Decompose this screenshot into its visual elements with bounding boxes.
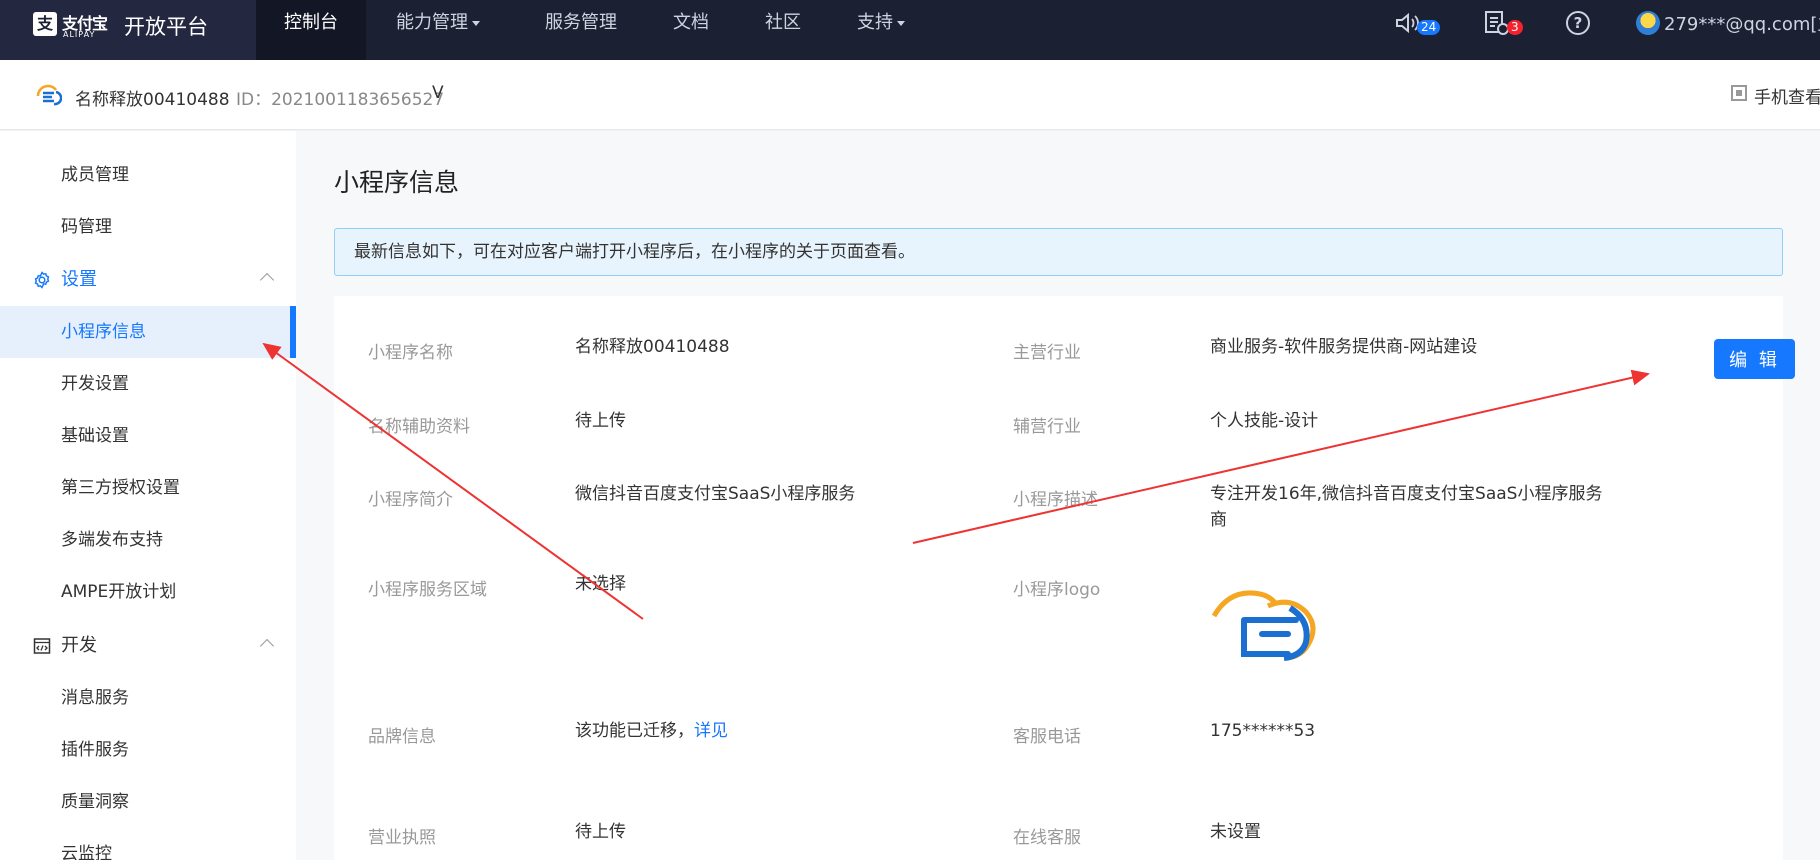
brand-name-en: ALIPAY xyxy=(63,30,96,39)
sidebar-item-basic-settings[interactable]: 基础设置 xyxy=(0,410,296,462)
value-online-service: 未设置 xyxy=(1210,822,1261,842)
chevron-up-icon xyxy=(259,272,275,288)
platform-title: 开放平台 xyxy=(124,15,208,39)
value-miniapp-name: 名称释放00410488 xyxy=(575,337,730,357)
label-service-area: 小程序服务区域 xyxy=(368,580,487,600)
sidebar-item-third-party-auth[interactable]: 第三方授权设置 xyxy=(0,462,296,514)
label-miniapp-desc: 小程序描述 xyxy=(1013,490,1098,510)
qrcode-icon[interactable] xyxy=(1731,85,1747,101)
avatar xyxy=(1636,11,1660,35)
nav-capability[interactable]: 能力管理 xyxy=(396,0,480,60)
app-logo-icon xyxy=(36,84,62,106)
nav-service[interactable]: 服务管理 xyxy=(545,0,617,60)
code-window-icon xyxy=(33,638,51,654)
label-miniapp-intro: 小程序简介 xyxy=(368,490,453,510)
label-business-license: 营业执照 xyxy=(368,828,436,848)
sidebar-group-settings[interactable]: 设置 xyxy=(0,254,296,306)
account-name: 279***@qq.com[主 xyxy=(1664,14,1820,35)
page-title: 小程序信息 xyxy=(334,168,460,197)
alipay-logo-icon: 支 xyxy=(33,12,57,36)
mobile-view-link[interactable]: 手机查看 xyxy=(1754,83,1820,108)
speaker-icon xyxy=(1396,12,1419,34)
tasks-button[interactable]: 3 xyxy=(1484,0,1523,46)
value-name-materials: 待上传 xyxy=(575,411,626,431)
sidebar-item-quality[interactable]: 质量洞察 xyxy=(0,776,296,828)
nav-community[interactable]: 社区 xyxy=(765,0,801,60)
help-icon: ? xyxy=(1566,11,1590,35)
gear-icon xyxy=(34,271,50,289)
miniapp-logo-image xyxy=(1211,590,1316,661)
sidebar-group-dev[interactable]: 开发 xyxy=(0,620,296,672)
sidebar: 成员管理 码管理 设置 小程序信息 开发设置 基础设置 第三方授权设置 多端发布… xyxy=(0,131,296,860)
value-service-area: 未选择 xyxy=(575,574,626,594)
value-service-phone: 175******53 xyxy=(1210,721,1316,741)
sidebar-item-codes[interactable]: 码管理 xyxy=(0,201,296,253)
edit-button[interactable]: 编 辑 xyxy=(1714,339,1795,379)
sidebar-item-cloud-monitor[interactable]: 云监控 xyxy=(0,828,296,860)
value-main-industry: 商业服务-软件服务提供商-网站建设 xyxy=(1210,337,1478,357)
app-id: ID：2021001183656527 xyxy=(236,90,445,110)
nav-docs[interactable]: 文档 xyxy=(673,0,709,60)
notifications-button[interactable]: 24 xyxy=(1394,0,1441,46)
brand[interactable]: 支 支付宝 ALIPAY 开放平台 xyxy=(0,0,256,60)
chevron-up-icon xyxy=(259,638,275,654)
notification-badge: 24 xyxy=(1417,19,1441,35)
app-switch-chevron-icon[interactable]: V xyxy=(432,83,444,103)
info-alert: 最新信息如下，可在对应客户端打开小程序后，在小程序的关于页面查看。 xyxy=(334,228,1783,276)
label-name-materials: 名称辅助资料 xyxy=(368,417,470,437)
label-main-industry: 主营行业 xyxy=(1013,343,1081,363)
info-card: 小程序名称 名称释放00410488 名称辅助资料 待上传 小程序简介 微信抖音… xyxy=(334,296,1795,860)
sidebar-item-plugin[interactable]: 插件服务 xyxy=(0,724,296,776)
value-miniapp-intro: 微信抖音百度支付宝SaaS小程序服务 xyxy=(575,484,856,504)
caret-down-icon xyxy=(472,20,480,26)
help-button[interactable]: ? xyxy=(1566,0,1590,46)
label-service-phone: 客服电话 xyxy=(1013,727,1081,747)
sidebar-item-ampe[interactable]: AMPE开放计划 xyxy=(0,566,296,618)
sidebar-item-dev-settings[interactable]: 开发设置 xyxy=(0,358,296,410)
details-link[interactable]: 详见 xyxy=(694,721,728,741)
app-name: 名称释放00410488 xyxy=(75,90,230,110)
value-sub-industry: 个人技能-设计 xyxy=(1210,411,1319,431)
main-content: 小程序信息 最新信息如下，可在对应客户端打开小程序后，在小程序的关于页面查看。 … xyxy=(296,131,1820,860)
app-header: 名称释放00410488 ID：2021001183656527 V 手机查看 xyxy=(0,60,1820,130)
value-business-license: 待上传 xyxy=(575,822,626,842)
sidebar-item-members[interactable]: 成员管理 xyxy=(0,149,296,201)
top-navigation: 支 支付宝 ALIPAY 开放平台 控制台 能力管理 服务管理 文档 社区 支持… xyxy=(0,0,1820,60)
sidebar-item-miniapp-info[interactable]: 小程序信息 xyxy=(0,306,296,358)
nav-support[interactable]: 支持 xyxy=(857,0,905,60)
label-miniapp-logo: 小程序logo xyxy=(1013,580,1101,600)
nav-console[interactable]: 控制台 xyxy=(256,0,366,60)
tasks-badge: 3 xyxy=(1507,19,1523,35)
sidebar-item-message[interactable]: 消息服务 xyxy=(0,672,296,724)
label-miniapp-name: 小程序名称 xyxy=(368,343,453,363)
label-sub-industry: 辅营行业 xyxy=(1013,417,1081,437)
sidebar-item-multi-publish[interactable]: 多端发布支持 xyxy=(0,514,296,566)
value-brand-info: 该功能已迁移，详见 xyxy=(575,721,728,741)
task-list-icon xyxy=(1485,11,1509,35)
value-miniapp-desc: 专注开发16年,微信抖音百度支付宝SaaS小程序服务 商 xyxy=(1210,484,1603,530)
label-online-service: 在线客服 xyxy=(1013,828,1081,848)
caret-down-icon xyxy=(897,20,905,26)
label-brand-info: 品牌信息 xyxy=(368,727,436,747)
account-menu[interactable]: 279***@qq.com[主 xyxy=(1636,0,1820,46)
